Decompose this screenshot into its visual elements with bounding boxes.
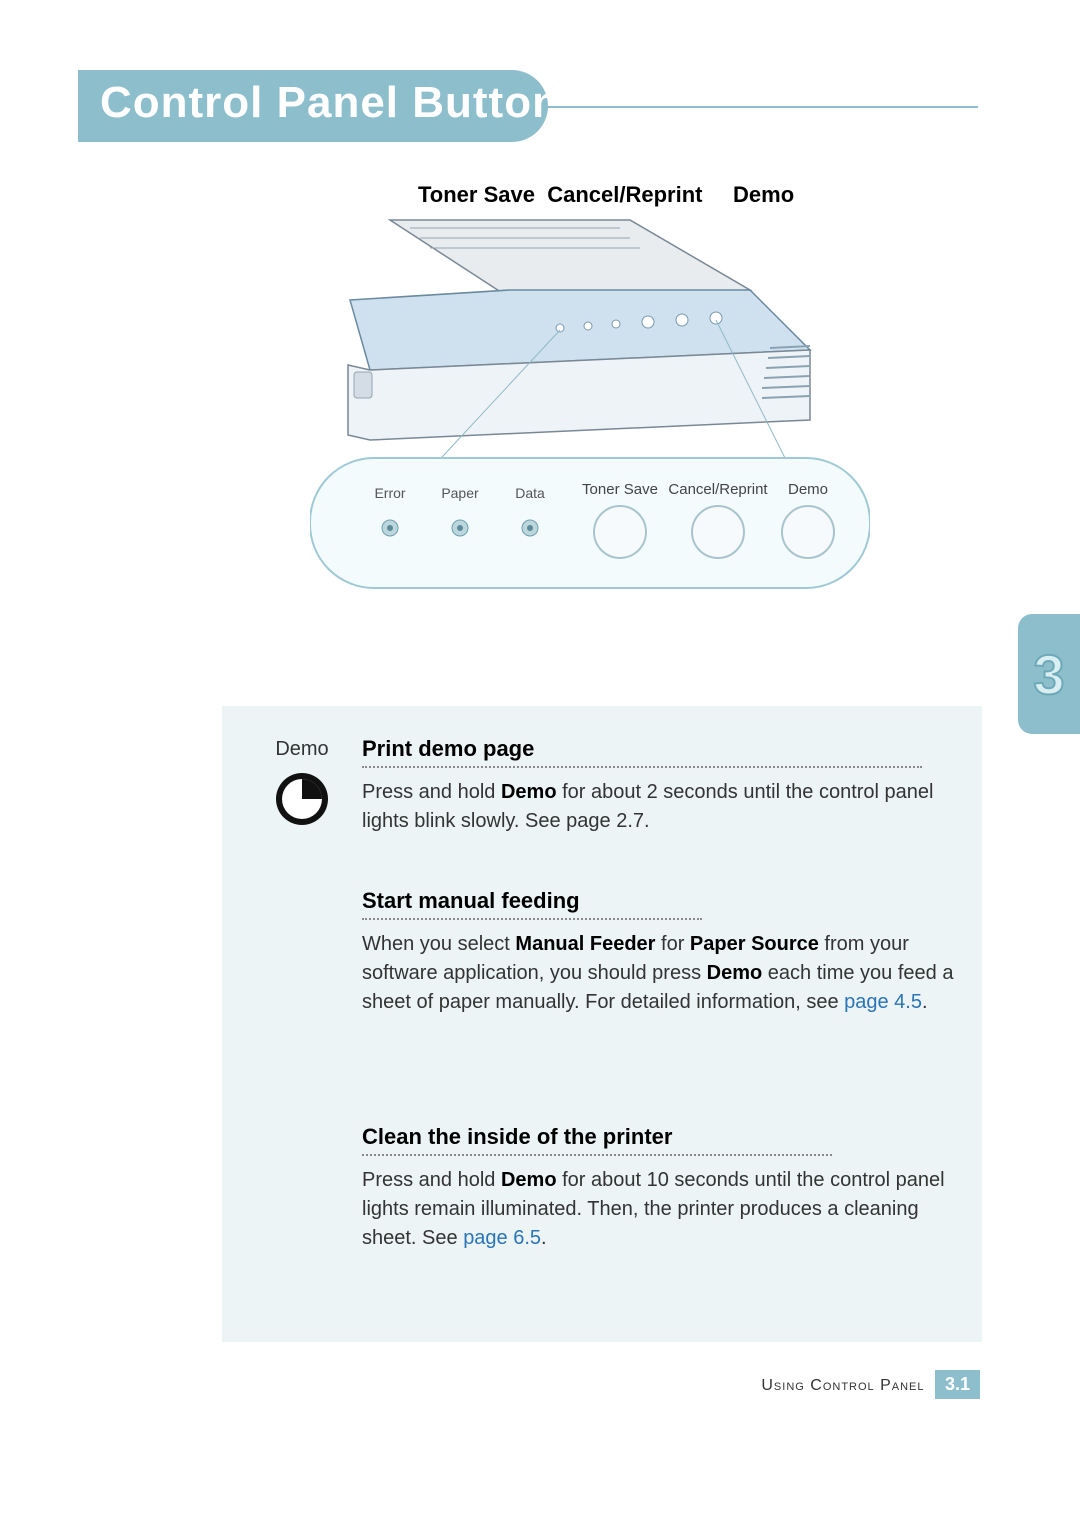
cp-btn-cancel-reprint-label: Cancel/Reprint xyxy=(668,481,768,498)
cp-btn-demo-label: Demo xyxy=(788,481,828,498)
section1-heading: Print demo page xyxy=(362,736,954,762)
section3-body: Press and hold Demo for about 10 seconds… xyxy=(362,1166,954,1253)
intro-demo: Demo xyxy=(733,182,794,207)
intro-button-labels: Toner Save Cancel/Reprint Demo xyxy=(418,182,794,208)
cp-led-paper-label: Paper xyxy=(441,485,479,501)
intro-toner-save: Toner Save xyxy=(418,182,535,207)
section2-heading: Start manual feeding xyxy=(362,888,954,914)
section-clean-inside-printer: Clean the inside of the printer Press an… xyxy=(362,1124,954,1253)
info-box: Demo Print demo page Press and hold Demo… xyxy=(222,706,982,1342)
chapter-number: 3 xyxy=(1033,642,1064,707)
link-page-4-5[interactable]: page 4.5 xyxy=(844,991,922,1013)
divider xyxy=(362,918,702,920)
page-footer: Using Control Panel 3.1 xyxy=(220,1370,980,1399)
section1-body: Press and hold Demo for about 2 seconds … xyxy=(362,778,954,836)
section-print-demo-page: Print demo page Press and hold Demo for … xyxy=(362,736,954,836)
chapter-tab: 3 xyxy=(1018,614,1080,734)
section3-heading: Clean the inside of the printer xyxy=(362,1124,954,1150)
footer-section-label: Using Control Panel xyxy=(761,1377,924,1394)
section2-body: When you select Manual Feeder for Paper … xyxy=(362,930,954,1017)
page-title: Control Panel Buttons xyxy=(100,78,585,128)
title-rule xyxy=(548,106,978,108)
cp-btn-toner-save-label: Toner Save xyxy=(582,481,658,498)
cp-led-error-label: Error xyxy=(374,485,405,501)
footer-page-number: 3.1 xyxy=(935,1370,980,1399)
demo-button-icon xyxy=(272,769,332,829)
demo-column-label: Demo xyxy=(252,738,352,761)
cp-led-data-label: Data xyxy=(515,485,545,501)
link-page-6-5[interactable]: page 6.5 xyxy=(463,1227,541,1249)
demo-button-column: Demo xyxy=(252,738,352,835)
divider xyxy=(362,766,922,768)
intro-cancel-reprint: Cancel/Reprint xyxy=(547,182,702,207)
section-start-manual-feeding: Start manual feeding When you select Man… xyxy=(362,888,954,1017)
printer-illustration: Error Paper Data Toner Save Cancel/Repri… xyxy=(310,210,870,630)
divider xyxy=(362,1154,832,1156)
